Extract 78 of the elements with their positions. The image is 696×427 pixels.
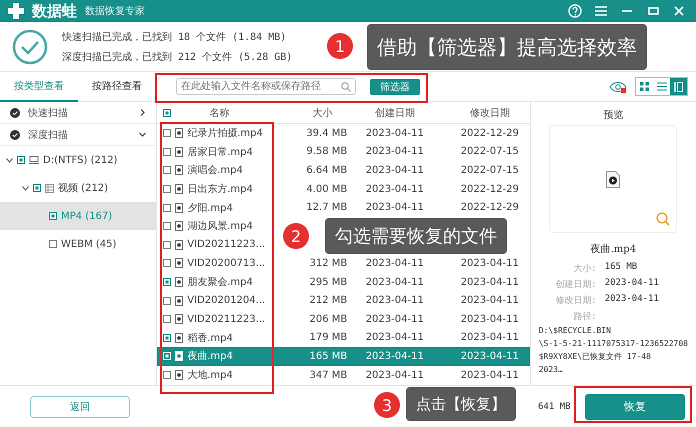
modified-date: 2022-07-15 — [460, 164, 519, 176]
file-name: 日出东方.mp4 — [187, 182, 253, 196]
modified-date: 2023-04-11 — [460, 295, 519, 306]
modified-date: 2022-12-29 — [460, 128, 519, 139]
field-label: 路径: — [572, 310, 597, 323]
created-date: 2023-04-11 — [366, 314, 424, 325]
step-number-tooltip: 2 — [283, 223, 309, 249]
modified-date: 2022-07-15 — [460, 146, 519, 158]
file-name: 稻香.mp4 — [187, 332, 233, 345]
modified-date: 2023-04-11 — [460, 276, 519, 288]
created-date: 2023-04-11 — [366, 370, 424, 381]
callout-tooltip: 点击【恢复】 — [406, 387, 516, 421]
field-label: 创建日期: — [554, 278, 597, 291]
file-name: 大地.mp4 — [187, 368, 233, 382]
app-subtitle: 数据恢复专家 — [85, 4, 145, 18]
field-value: 2023-04-11 — [604, 294, 660, 306]
field-label: 修改日期: — [554, 294, 597, 307]
tree-label: 视频 (212) — [58, 182, 108, 195]
modified-date: 2023-04-11 — [460, 314, 519, 325]
app-name: 数据蛙 — [32, 2, 77, 20]
file-size: 206 MB — [309, 314, 348, 325]
step-number-tooltip: 1 — [327, 33, 353, 59]
file-size: 212 MB — [309, 295, 348, 306]
scan-summary-text: 快速扫描已完成，已找到 18 个文件 (1.84 MB) — [62, 30, 288, 44]
file-size: 12.7 MB — [306, 202, 348, 214]
tree-label: MP4 (167) — [61, 210, 112, 222]
file-name: 演唱会.mp4 — [187, 164, 243, 178]
created-date: 2023-04-11 — [366, 164, 424, 176]
file-size: 9.58 MB — [306, 146, 348, 158]
preview-title: 预览 — [603, 109, 624, 122]
file-size: 165 MB — [309, 350, 348, 362]
modified-date: 2023-04-11 — [460, 258, 519, 269]
file-name: 纪录片拍摄.mp4 — [187, 126, 263, 140]
file-name: VID20201204... — [187, 295, 266, 306]
tree-label: WEBM (45) — [61, 238, 116, 250]
file-size: 179 MB — [309, 332, 348, 344]
modified-date: 2023-04-11 — [460, 350, 519, 362]
tree-label: D:(NTFS) (212) — [43, 154, 118, 166]
file-name: 朋友聚会.mp4 — [187, 276, 253, 290]
field-value: 165 MB — [604, 262, 638, 274]
path-text: D:\$RECYCLE.BIN — [538, 326, 612, 336]
file-name: VID20200713... — [187, 258, 266, 269]
created-date: 2023-04-11 — [366, 184, 424, 195]
file-size: 39.4 MB — [306, 128, 348, 139]
file-size: 295 MB — [309, 276, 348, 288]
file-name: 夜曲.mp4 — [187, 350, 233, 364]
scan-summary-text: 深度扫描已完成，已找到 212 个文件 (5.28 GB) — [62, 50, 292, 64]
modified-date: 2022-12-29 — [460, 184, 519, 195]
file-size: 6.64 MB — [306, 164, 348, 176]
created-date: 2023-04-11 — [366, 128, 424, 139]
created-date: 2023-04-11 — [366, 258, 424, 269]
created-date: 2023-04-11 — [366, 295, 424, 306]
step-number-tooltip: 3 — [374, 392, 400, 418]
preview-file-name: 夜曲.mp4 — [590, 242, 636, 256]
path-text: $R9XY8XE\已恢复文件 17-48 — [538, 352, 652, 362]
created-date: 2023-04-11 — [366, 332, 424, 344]
status-text: 641 MB — [538, 402, 571, 412]
path-text: 2023… — [538, 365, 564, 375]
callout-tooltip: 借助【筛选器】提高选择效率 — [367, 24, 647, 70]
path-text: \S-1-5-21-1117075317-1236522708 — [538, 339, 688, 349]
file-name: 夕阳.mp4 — [187, 202, 233, 215]
modified-date: 2023-04-11 — [460, 370, 519, 381]
field-value: 2023-04-11 — [604, 278, 660, 290]
modified-date: 2023-04-11 — [460, 332, 519, 344]
created-date: 2023-04-11 — [366, 202, 424, 214]
created-date: 2023-04-11 — [366, 146, 424, 158]
created-date: 2023-04-11 — [366, 276, 424, 288]
field-label: 大小: — [572, 262, 597, 275]
file-name: 湖边风景.mp4 — [187, 220, 253, 234]
modified-date: 2022-12-29 — [460, 202, 519, 214]
file-name: VID20211223... — [187, 314, 266, 325]
file-size: 347 MB — [309, 370, 348, 381]
file-size: 4.00 MB — [306, 184, 348, 195]
file-size: 312 MB — [309, 258, 348, 269]
created-date: 2023-04-11 — [366, 350, 424, 362]
file-name: 居家日常.mp4 — [187, 146, 253, 159]
callout-tooltip: 勾选需要恢复的文件 — [325, 218, 507, 254]
file-name: VID20211223... — [187, 239, 266, 250]
